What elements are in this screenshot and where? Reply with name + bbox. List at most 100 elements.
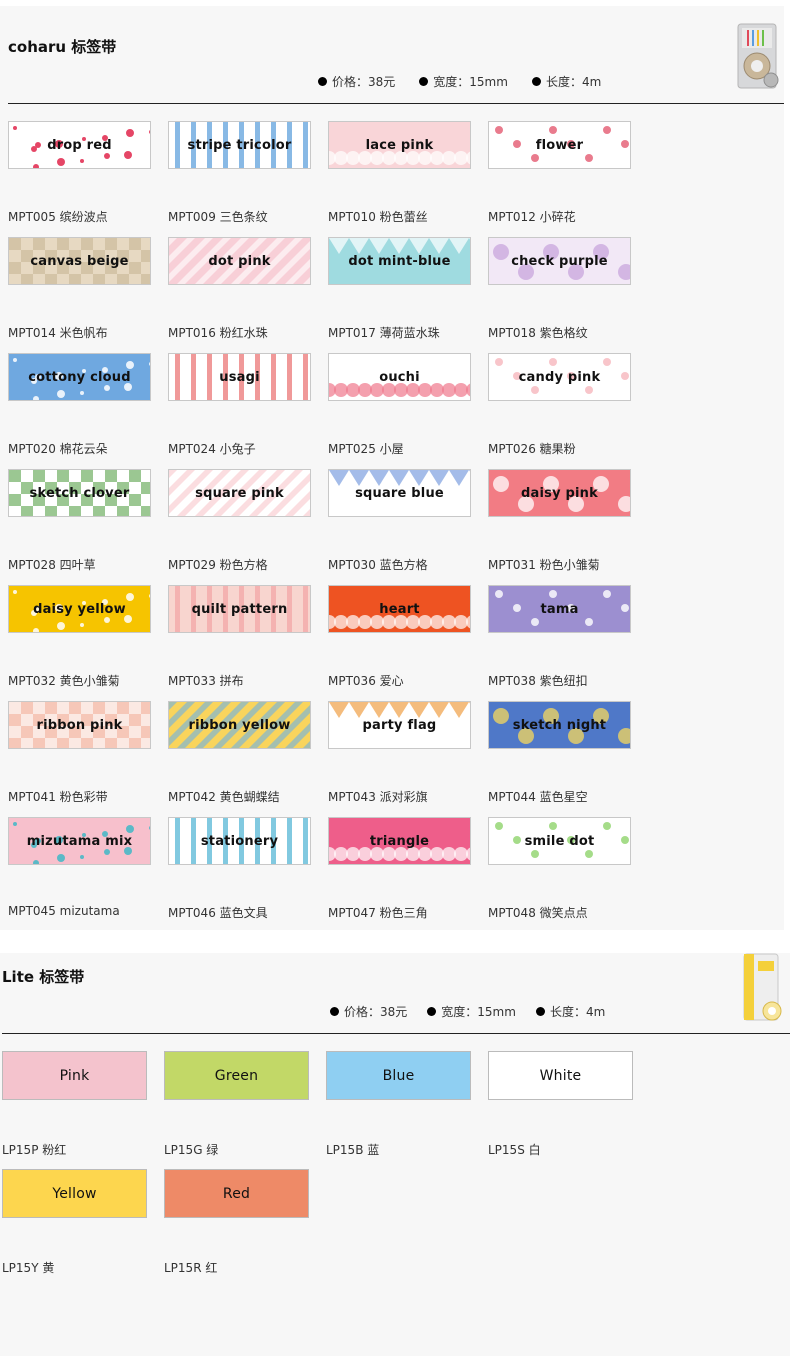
tape-item[interactable]: drop red MPT005 缤纷波点 bbox=[8, 121, 151, 224]
tape-item[interactable]: tama MPT038 紫色纽扣 bbox=[488, 585, 631, 688]
tape-swatch[interactable]: ribbon pink bbox=[8, 701, 151, 749]
tape-item[interactable]: quilt pattern MPT033 拼布 bbox=[168, 585, 311, 688]
tape-name: MPT043 派对彩旗 bbox=[328, 790, 428, 804]
spec-price-text: 价格：38元 bbox=[332, 75, 396, 89]
tape-name: MPT012 小碎花 bbox=[488, 210, 576, 224]
tape-swatch[interactable]: square pink bbox=[168, 469, 311, 517]
spec-list: 价格：38元 宽度：15mm 长度：4m bbox=[318, 73, 625, 90]
tape-item[interactable]: canvas beige MPT014 米色帆布 bbox=[8, 237, 151, 340]
tape-item[interactable]: ribbon yellow MPT042 黄色蝴蝶结 bbox=[168, 701, 311, 804]
tape-item[interactable]: mizutama mix MPT045 mizutama bbox=[8, 817, 151, 918]
tape-swatch[interactable]: party flag bbox=[328, 701, 471, 749]
tape-swatch[interactable]: drop red bbox=[8, 121, 151, 169]
tape-name: MPT038 紫色纽扣 bbox=[488, 674, 588, 688]
tape-label: canvas beige bbox=[30, 253, 129, 269]
tape-label: party flag bbox=[362, 717, 437, 733]
tape-swatch[interactable]: sketch clover bbox=[8, 469, 151, 517]
tape-name: MPT044 蓝色星空 bbox=[488, 790, 588, 804]
tape-name: MPT020 棉花云朵 bbox=[8, 442, 108, 456]
spec-price: 价格：38元 bbox=[318, 73, 395, 90]
tape-item[interactable]: lace pink MPT010 粉色蕾丝 bbox=[328, 121, 471, 224]
tape-name: MPT018 紫色格纹 bbox=[488, 326, 588, 340]
tape-swatch[interactable]: dot pink bbox=[168, 237, 311, 285]
tape-label: daisy yellow bbox=[33, 601, 126, 617]
tape-label: mizutama mix bbox=[26, 833, 133, 849]
tape-item[interactable]: check purple MPT018 紫色格纹 bbox=[488, 237, 631, 340]
tape-label: sketch night bbox=[512, 717, 607, 733]
tape-swatch[interactable]: flower bbox=[488, 121, 631, 169]
lite-name: LP15B 蓝 bbox=[326, 1143, 380, 1157]
section-coharu: coharu 标签带 价格：38元 宽度：15mm 长度：4m drop red… bbox=[0, 6, 784, 930]
tape-item[interactable]: usagi MPT024 小兔子 bbox=[168, 353, 311, 456]
lite-swatch[interactable]: White bbox=[488, 1051, 633, 1100]
lite-swatch[interactable]: Green bbox=[164, 1051, 309, 1100]
lite-swatch[interactable]: Blue bbox=[326, 1051, 471, 1100]
spec-price: 价格：38元 bbox=[330, 1003, 407, 1020]
tape-item[interactable]: square blue MPT030 蓝色方格 bbox=[328, 469, 471, 572]
lite-swatch[interactable]: Red bbox=[164, 1169, 309, 1218]
lite-label: Green bbox=[214, 1067, 259, 1084]
tape-swatch[interactable]: quilt pattern bbox=[168, 585, 311, 633]
tape-item[interactable]: candy pink MPT026 糖果粉 bbox=[488, 353, 631, 456]
tape-swatch[interactable]: lace pink bbox=[328, 121, 471, 169]
tape-swatch[interactable]: canvas beige bbox=[8, 237, 151, 285]
lite-item[interactable]: Yellow LP15Y 黄 bbox=[2, 1169, 147, 1275]
tape-item[interactable]: smile dot MPT048 微笑点点 bbox=[488, 817, 631, 920]
lite-swatch[interactable]: Pink bbox=[2, 1051, 147, 1100]
tape-swatch[interactable]: daisy pink bbox=[488, 469, 631, 517]
lite-item[interactable]: Pink LP15P 粉红 bbox=[2, 1051, 147, 1157]
tape-item[interactable]: stripe tricolor MPT009 三色条纹 bbox=[168, 121, 311, 224]
lite-item[interactable]: White LP15S 白 bbox=[488, 1051, 633, 1157]
tape-name: MPT026 糖果粉 bbox=[488, 442, 576, 456]
tape-swatch[interactable]: triangle bbox=[328, 817, 471, 865]
lite-item[interactable]: Red LP15R 红 bbox=[164, 1169, 309, 1275]
tape-item[interactable]: sketch night MPT044 蓝色星空 bbox=[488, 701, 631, 804]
tape-swatch[interactable]: tama bbox=[488, 585, 631, 633]
tape-swatch[interactable]: candy pink bbox=[488, 353, 631, 401]
tape-swatch[interactable]: cottony cloud bbox=[8, 353, 151, 401]
tape-item[interactable]: party flag MPT043 派对彩旗 bbox=[328, 701, 471, 804]
bullet-icon bbox=[419, 77, 429, 86]
tape-name: MPT017 薄荷蓝水珠 bbox=[328, 326, 440, 340]
bullet-icon bbox=[535, 1007, 545, 1016]
tape-swatch[interactable]: square blue bbox=[328, 469, 471, 517]
tape-item[interactable]: flower MPT012 小碎花 bbox=[488, 121, 631, 224]
tape-item[interactable]: ouchi MPT025 小屋 bbox=[328, 353, 471, 456]
tape-item[interactable]: square pink MPT029 粉色方格 bbox=[168, 469, 311, 572]
tape-item[interactable]: daisy pink MPT031 粉色小雏菊 bbox=[488, 469, 631, 572]
tape-swatch[interactable]: stationery bbox=[168, 817, 311, 865]
tape-label: quilt pattern bbox=[191, 601, 288, 617]
tape-name: MPT032 黄色小雏菊 bbox=[8, 674, 120, 688]
tape-swatch[interactable]: sketch night bbox=[488, 701, 631, 749]
tape-item[interactable]: cottony cloud MPT020 棉花云朵 bbox=[8, 353, 151, 456]
tape-label: lace pink bbox=[365, 137, 434, 153]
tape-swatch[interactable]: daisy yellow bbox=[8, 585, 151, 633]
tape-swatch[interactable]: smile dot bbox=[488, 817, 631, 865]
tape-item[interactable]: daisy yellow MPT032 黄色小雏菊 bbox=[8, 585, 151, 688]
lite-item[interactable]: Green LP15G 绿 bbox=[164, 1051, 309, 1157]
tape-label: smile dot bbox=[524, 833, 595, 849]
tape-item[interactable]: ribbon pink MPT041 粉色彩带 bbox=[8, 701, 151, 804]
tape-swatch[interactable]: dot mint-blue bbox=[328, 237, 471, 285]
lite-swatch[interactable]: Yellow bbox=[2, 1169, 147, 1218]
tape-item[interactable]: stationery MPT046 蓝色文具 bbox=[168, 817, 311, 920]
tape-item[interactable]: sketch clover MPT028 四叶草 bbox=[8, 469, 151, 572]
tape-name: MPT036 爱心 bbox=[328, 674, 404, 688]
tape-item[interactable]: triangle MPT047 粉色三角 bbox=[328, 817, 471, 920]
tape-swatch[interactable]: ouchi bbox=[328, 353, 471, 401]
lite-item[interactable]: Blue LP15B 蓝 bbox=[326, 1051, 471, 1157]
tape-swatch[interactable]: stripe tricolor bbox=[168, 121, 311, 169]
tape-item[interactable]: dot pink MPT016 粉红水珠 bbox=[168, 237, 311, 340]
tape-name: MPT025 小屋 bbox=[328, 442, 404, 456]
tape-label: tama bbox=[540, 601, 579, 617]
tape-name: MPT048 微笑点点 bbox=[488, 906, 588, 920]
tape-swatch[interactable]: mizutama mix bbox=[8, 817, 151, 865]
spec-width-text: 宽度：15mm bbox=[433, 75, 508, 89]
tape-swatch[interactable]: usagi bbox=[168, 353, 311, 401]
tape-item[interactable]: heart MPT036 爱心 bbox=[328, 585, 471, 688]
tape-swatch[interactable]: heart bbox=[328, 585, 471, 633]
tape-item[interactable]: dot mint-blue MPT017 薄荷蓝水珠 bbox=[328, 237, 471, 340]
tape-label: square pink bbox=[195, 485, 284, 501]
tape-swatch[interactable]: check purple bbox=[488, 237, 631, 285]
tape-swatch[interactable]: ribbon yellow bbox=[168, 701, 311, 749]
